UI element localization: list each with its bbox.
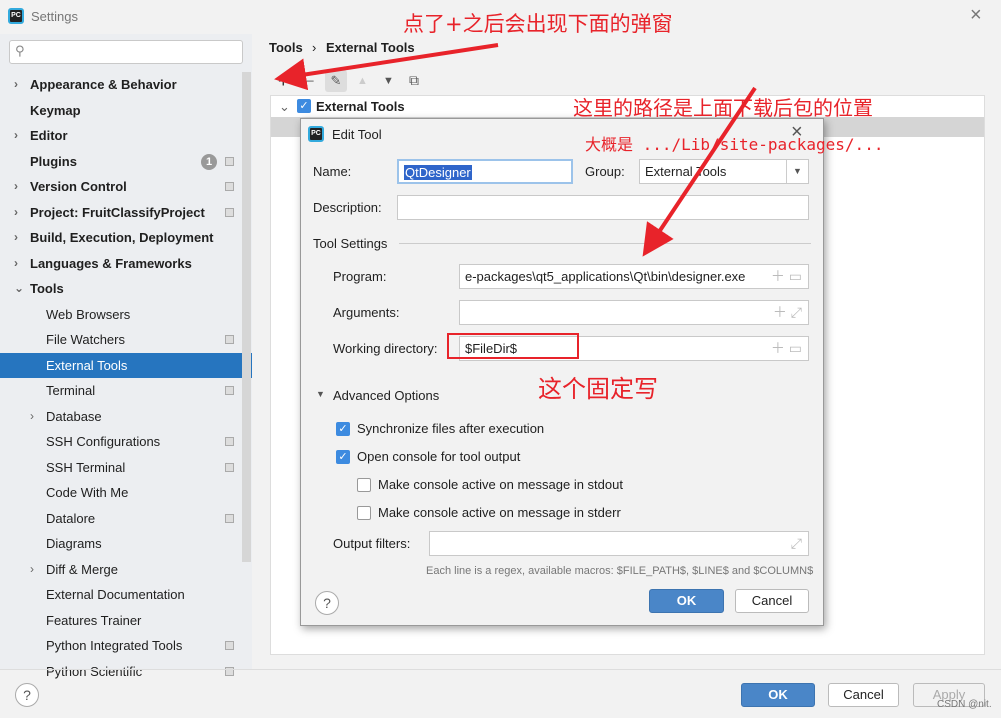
arrow-to-add — [274, 43, 499, 91]
annotation-path-hint: 大概是 .../Lib/site-packages/... — [585, 135, 884, 154]
annotation-top: 点了+之后会出现下面的弹窗 — [403, 12, 673, 36]
annotation-path: 这里的路径是上面下载后包的位置 — [573, 96, 873, 120]
annotation-fixed: 这个固定写 — [538, 375, 658, 403]
